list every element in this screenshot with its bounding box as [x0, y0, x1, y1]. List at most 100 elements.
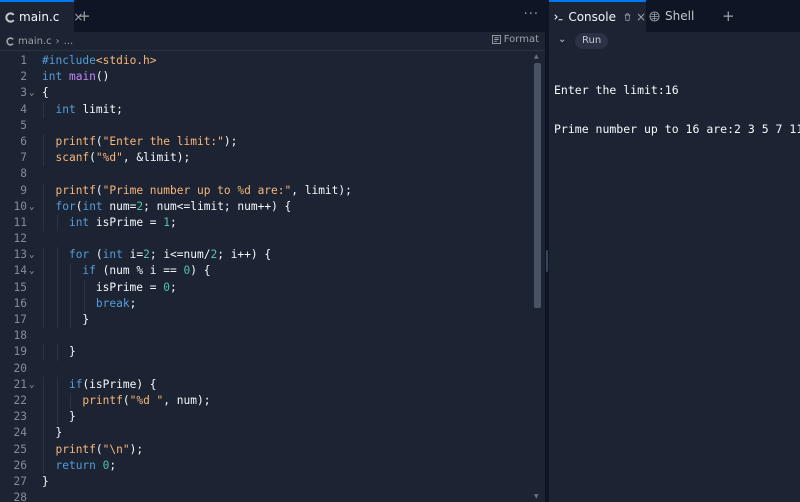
line-number: 26 [13, 458, 27, 472]
code-line[interactable]: 19 } [0, 344, 530, 361]
terminal-icon [554, 14, 563, 21]
line-number: 1 [20, 54, 27, 67]
close-icon[interactable]: × [636, 10, 646, 24]
fold-chevron-icon[interactable]: ⌄ [29, 247, 34, 263]
chevron-down-icon[interactable]: ⌄ [558, 34, 566, 45]
new-tab-icon[interactable]: + [722, 7, 735, 25]
code-line[interactable]: 8 [0, 166, 530, 182]
code-line[interactable]: 6 printf("Enter the limit:"); [0, 133, 530, 151]
fold-chevron-icon[interactable]: ⌄ [29, 85, 34, 101]
code-token: ; i++) { [217, 248, 272, 262]
format-button[interactable]: Format [491, 34, 539, 45]
console-pane: Console × Shell + ⌄ Run Enter the limit:… [549, 0, 800, 502]
editor-tabbar: main.c × + ··· [0, 0, 545, 32]
scroll-down-icon[interactable]: ▼ [534, 493, 539, 500]
code-line[interactable]: 20 [0, 361, 530, 377]
run-button[interactable]: Run [575, 33, 609, 49]
code-token: return [55, 458, 96, 472]
code-line[interactable]: 12 [0, 231, 530, 247]
console-line: Prime number up to 16 are:2 3 5 7 11 13 [554, 122, 800, 136]
code-token: "%d " [129, 393, 164, 407]
code-line[interactable]: 21 ⌄ if(isPrime) { [0, 376, 530, 393]
code-line[interactable]: 4 int limit; [0, 101, 530, 118]
code-token: ( [95, 183, 103, 197]
tab-console[interactable]: Console × [549, 0, 646, 32]
tab-label: Shell [665, 9, 695, 23]
code-line[interactable]: 25 printf("\n"); [0, 441, 530, 458]
code-line[interactable]: 5 [0, 118, 530, 134]
code-line[interactable]: 10 ⌄ for(int num=2; num<=limit; num++) { [0, 198, 530, 215]
breadcrumb-rest[interactable]: ... [64, 36, 74, 47]
code-line[interactable]: 15 isPrime = 0; [0, 279, 530, 296]
code-line[interactable]: 1 #include<stdio.h> [0, 53, 530, 69]
code-text: { [42, 85, 49, 101]
code-token: printf [82, 393, 123, 407]
code-text: if (num % i == 0) { [42, 263, 210, 279]
code-line[interactable]: 3 ⌄ { [0, 85, 530, 101]
code-line[interactable]: 27} [0, 474, 530, 490]
code-token: ( [95, 442, 103, 456]
code-line[interactable]: 11 int isPrime = 1; [0, 214, 530, 232]
resize-grip[interactable] [546, 250, 548, 272]
code-token: i= [122, 248, 144, 262]
code-token: () [95, 70, 110, 84]
code-text: printf("Prime number up to %d are:", lim… [42, 183, 351, 199]
scrollbar-thumb[interactable] [534, 63, 541, 308]
code-token: ( [89, 248, 103, 262]
console-line: Enter the limit:16 [554, 83, 679, 97]
code-token: break [95, 296, 130, 310]
shell-icon [649, 10, 660, 22]
code-line[interactable]: 24 } [0, 425, 530, 442]
code-token: "\n" [102, 442, 130, 456]
code-line[interactable]: 18 [0, 328, 530, 344]
code-line[interactable]: 9 printf("Prime number up to %d are:", l… [0, 182, 530, 199]
code-line[interactable]: 7 scanf("%d", &limit); [0, 150, 530, 167]
fold-chevron-icon[interactable]: ⌄ [29, 377, 34, 393]
editor-pane: main.c × + ··· main.c › ... Format 1 #inc… [0, 0, 545, 502]
code-token: scanf [55, 151, 90, 165]
code-token: num= [102, 199, 137, 213]
code-text: } [42, 312, 89, 328]
line-number: 19 [13, 345, 27, 359]
tab-main-c[interactable]: main.c × [0, 0, 83, 32]
console-output[interactable]: Enter the limit:16 Prime number up to 16… [554, 58, 800, 162]
code-line[interactable]: 22 printf("%d ", num); [0, 392, 530, 410]
code-line[interactable]: 14 ⌄ if (num % i == 0) { [0, 263, 530, 280]
code-token: } [42, 474, 49, 488]
fold-chevron-icon[interactable]: ⌄ [29, 199, 34, 215]
code-line[interactable]: 2 int main() [0, 69, 530, 85]
code-text: printf("%d ", num); [42, 393, 210, 409]
code-token: <stdio.h> [95, 54, 157, 67]
trash-icon[interactable] [624, 12, 631, 22]
code-line[interactable]: 17 } [0, 312, 530, 329]
fold-chevron-icon[interactable]: ⌄ [29, 263, 34, 279]
code-token: ; i<=num/ [149, 248, 211, 262]
line-number: 7 [20, 151, 27, 165]
scroll-up-icon[interactable]: ▲ [534, 53, 539, 60]
breadcrumb-file[interactable]: main.c [18, 36, 52, 47]
code-line[interactable]: 16 break; [0, 295, 530, 312]
code-line[interactable]: 23 } [0, 409, 530, 426]
line-number: 16 [13, 296, 27, 310]
code-token: ) { [190, 264, 211, 278]
code-token: printf [55, 134, 96, 148]
code-token: ; [170, 280, 177, 294]
tab-shell[interactable]: Shell [646, 0, 716, 32]
code-editor[interactable]: 1 #include<stdio.h> 2 int main() 3 ⌄{4 int li… [0, 53, 530, 502]
code-token: isPrime = [42, 280, 164, 294]
code-line[interactable]: 26 return 0; [0, 457, 530, 474]
line-number: 23 [13, 410, 27, 424]
code-line[interactable]: 13 ⌄ for (int i=2; i<=num/2; i++) { [0, 247, 530, 264]
code-line[interactable]: 28 [0, 490, 530, 502]
line-number: 20 [13, 361, 27, 375]
code-token: ; num<=limit; num++) { [143, 199, 292, 213]
more-options-icon[interactable]: ··· [524, 7, 539, 22]
code-token: ( [122, 393, 130, 407]
code-text: } [42, 344, 76, 360]
editor-scrollbar[interactable]: ▲ ▼ [533, 53, 543, 502]
new-tab-icon[interactable]: + [78, 7, 91, 25]
